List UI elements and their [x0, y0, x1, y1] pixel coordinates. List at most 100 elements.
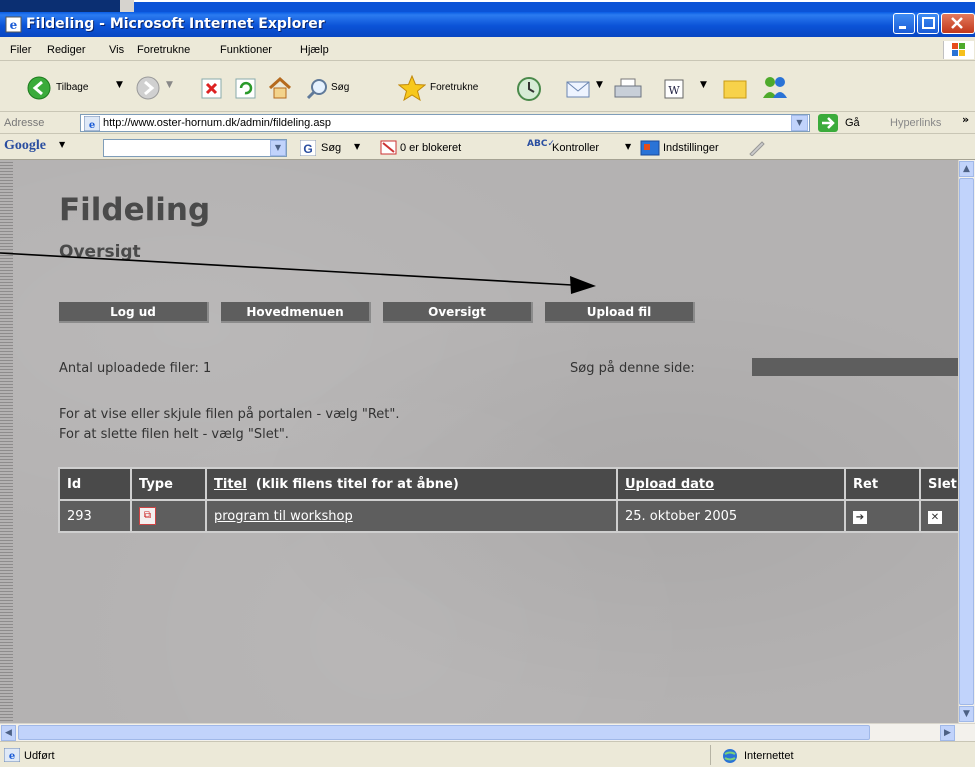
svg-text:W: W — [668, 84, 680, 97]
google-search-dropdown-icon[interactable]: ▼ — [270, 140, 286, 156]
minimize-button[interactable] — [893, 13, 915, 34]
file-title-link[interactable]: program til workshop — [214, 509, 353, 524]
horizontal-scroll-thumb[interactable] — [18, 725, 870, 740]
scroll-up-icon[interactable]: ▲ — [959, 161, 974, 177]
google-search-input[interactable] — [103, 139, 287, 157]
vertical-scroll-thumb[interactable] — [959, 178, 974, 705]
menu-foretrukne[interactable]: Foretrukne — [137, 44, 190, 56]
spellcheck-icon[interactable]: ABC✓ — [527, 139, 555, 149]
cell-edit: ➔ — [844, 499, 921, 533]
header-title: Titel (klik filens titel for at åbne) — [205, 467, 618, 501]
address-dropdown-icon[interactable]: ▼ — [791, 115, 808, 131]
folder-note-icon[interactable] — [722, 78, 748, 100]
upload-file-button[interactable]: Upload fil — [545, 302, 695, 323]
favorites-label[interactable]: Foretrukne — [430, 82, 478, 93]
menu-hjaelp[interactable]: Hjælp — [300, 44, 329, 56]
cell-upload-date: 25. oktober 2005 — [616, 499, 846, 533]
messenger-icon[interactable] — [760, 74, 790, 102]
blocked-label[interactable]: 0 er blokeret — [400, 142, 461, 154]
cell-id: 293 — [58, 499, 132, 533]
scroll-right-icon[interactable]: ▶ — [940, 725, 955, 741]
page-search-label: Søg på denne side: — [570, 361, 695, 376]
edit-arrow-icon[interactable]: ➔ — [853, 510, 867, 524]
menu-funktioner[interactable]: Funktioner — [220, 44, 272, 56]
delete-x-icon[interactable]: ✕ — [928, 510, 942, 524]
header-type: Type — [130, 467, 207, 501]
svg-text:G: G — [303, 142, 312, 156]
home-icon[interactable] — [267, 76, 293, 100]
google-menu-dropdown-icon[interactable]: ▼ — [59, 140, 65, 149]
check-label[interactable]: Kontroller — [552, 142, 599, 154]
search-label[interactable]: Søg — [331, 82, 349, 93]
search-icon[interactable] — [305, 77, 329, 101]
header-id: Id — [58, 467, 132, 501]
cell-title: program til workshop — [205, 499, 618, 533]
menu-vis[interactable]: Vis — [109, 44, 124, 56]
header-upload-date: Upload dato — [616, 467, 846, 501]
refresh-icon[interactable] — [235, 78, 256, 99]
top-strip — [0, 0, 975, 12]
window-title: Fildeling - Microsoft Internet Explorer — [26, 16, 325, 32]
header-title-link[interactable]: Titel — [214, 477, 247, 492]
status-bar — [0, 741, 975, 767]
pencil-icon[interactable] — [748, 140, 766, 156]
popup-blocker-icon[interactable] — [380, 140, 398, 156]
status-divider — [710, 745, 711, 765]
settings-icon[interactable] — [640, 140, 660, 156]
instruction-delete: For at slette filen helt - vælg "Slet". — [59, 427, 289, 442]
logout-button[interactable]: Log ud — [59, 302, 209, 323]
go-arrow-icon[interactable] — [818, 114, 838, 132]
page-title: Fildeling — [59, 192, 211, 228]
back-arrow-icon[interactable] — [27, 76, 51, 100]
mail-icon[interactable] — [565, 78, 593, 100]
table-row: 293 ⧉ program til workshop 25. oktober 2… — [58, 499, 966, 533]
google-search-options-dropdown-icon[interactable]: ▼ — [354, 142, 360, 151]
check-dropdown-icon[interactable]: ▼ — [625, 142, 631, 151]
page-icon: e — [84, 116, 100, 131]
word-edit-icon[interactable]: W — [664, 79, 684, 99]
close-button[interactable] — [941, 13, 975, 34]
menu-rediger[interactable]: Rediger — [47, 44, 86, 56]
cell-type: ⧉ — [130, 499, 207, 533]
favorites-star-icon[interactable] — [398, 75, 426, 101]
stop-icon[interactable] — [201, 78, 222, 99]
page-search-input[interactable] — [752, 358, 958, 376]
maximize-button[interactable] — [917, 13, 939, 34]
windows-logo-icon — [943, 41, 974, 59]
table-header-row: Id Type Titel (klik filens titel for at … — [58, 467, 966, 501]
back-dropdown-icon[interactable]: ▼ — [116, 80, 123, 90]
annotation-arrow — [0, 252, 596, 294]
header-edit: Ret — [844, 467, 921, 501]
links-chevron-icon[interactable]: » — [962, 113, 969, 126]
forward-dropdown-icon[interactable]: ▼ — [166, 80, 173, 90]
pdf-icon: ⧉ — [139, 507, 156, 525]
links-label[interactable]: Hyperlinks — [890, 117, 941, 129]
settings-label[interactable]: Indstillinger — [663, 142, 719, 154]
history-icon[interactable] — [516, 76, 542, 102]
mail-dropdown-icon[interactable]: ▼ — [596, 80, 603, 90]
print-icon[interactable] — [613, 77, 643, 101]
edit-dropdown-icon[interactable]: ▼ — [700, 80, 707, 90]
google-search-label[interactable]: Søg — [321, 142, 341, 154]
go-label[interactable]: Gå — [845, 117, 860, 129]
main-menu-button[interactable]: Hovedmenuen — [221, 302, 371, 323]
google-logo[interactable]: Google — [4, 138, 46, 154]
scroll-left-icon[interactable]: ◀ — [1, 725, 16, 741]
page-done-icon: e — [4, 748, 20, 762]
scroll-down-icon[interactable]: ▼ — [959, 706, 974, 722]
header-title-hint: (klik filens titel for at åbne) — [255, 476, 459, 492]
window-titlebar: e Fildeling - Microsoft Internet Explore… — [0, 12, 975, 37]
google-g-icon[interactable]: G — [300, 140, 316, 156]
files-table: Id Type Titel (klik filens titel for at … — [58, 467, 966, 533]
back-label[interactable]: Tilbage — [56, 82, 88, 93]
svg-text:e: e — [9, 751, 15, 762]
address-url[interactable]: http://www.oster-hornum.dk/admin/fildeli… — [103, 117, 331, 129]
menu-filer[interactable]: Filer — [10, 44, 31, 56]
ie-icon: e — [5, 16, 22, 33]
internet-zone-label: Internettet — [744, 750, 794, 762]
header-upload-date-link[interactable]: Upload dato — [625, 477, 714, 492]
address-label: Adresse — [4, 117, 45, 129]
status-text: Udført — [24, 750, 55, 762]
forward-arrow-icon[interactable] — [136, 76, 160, 100]
overview-button[interactable]: Oversigt — [383, 302, 533, 323]
